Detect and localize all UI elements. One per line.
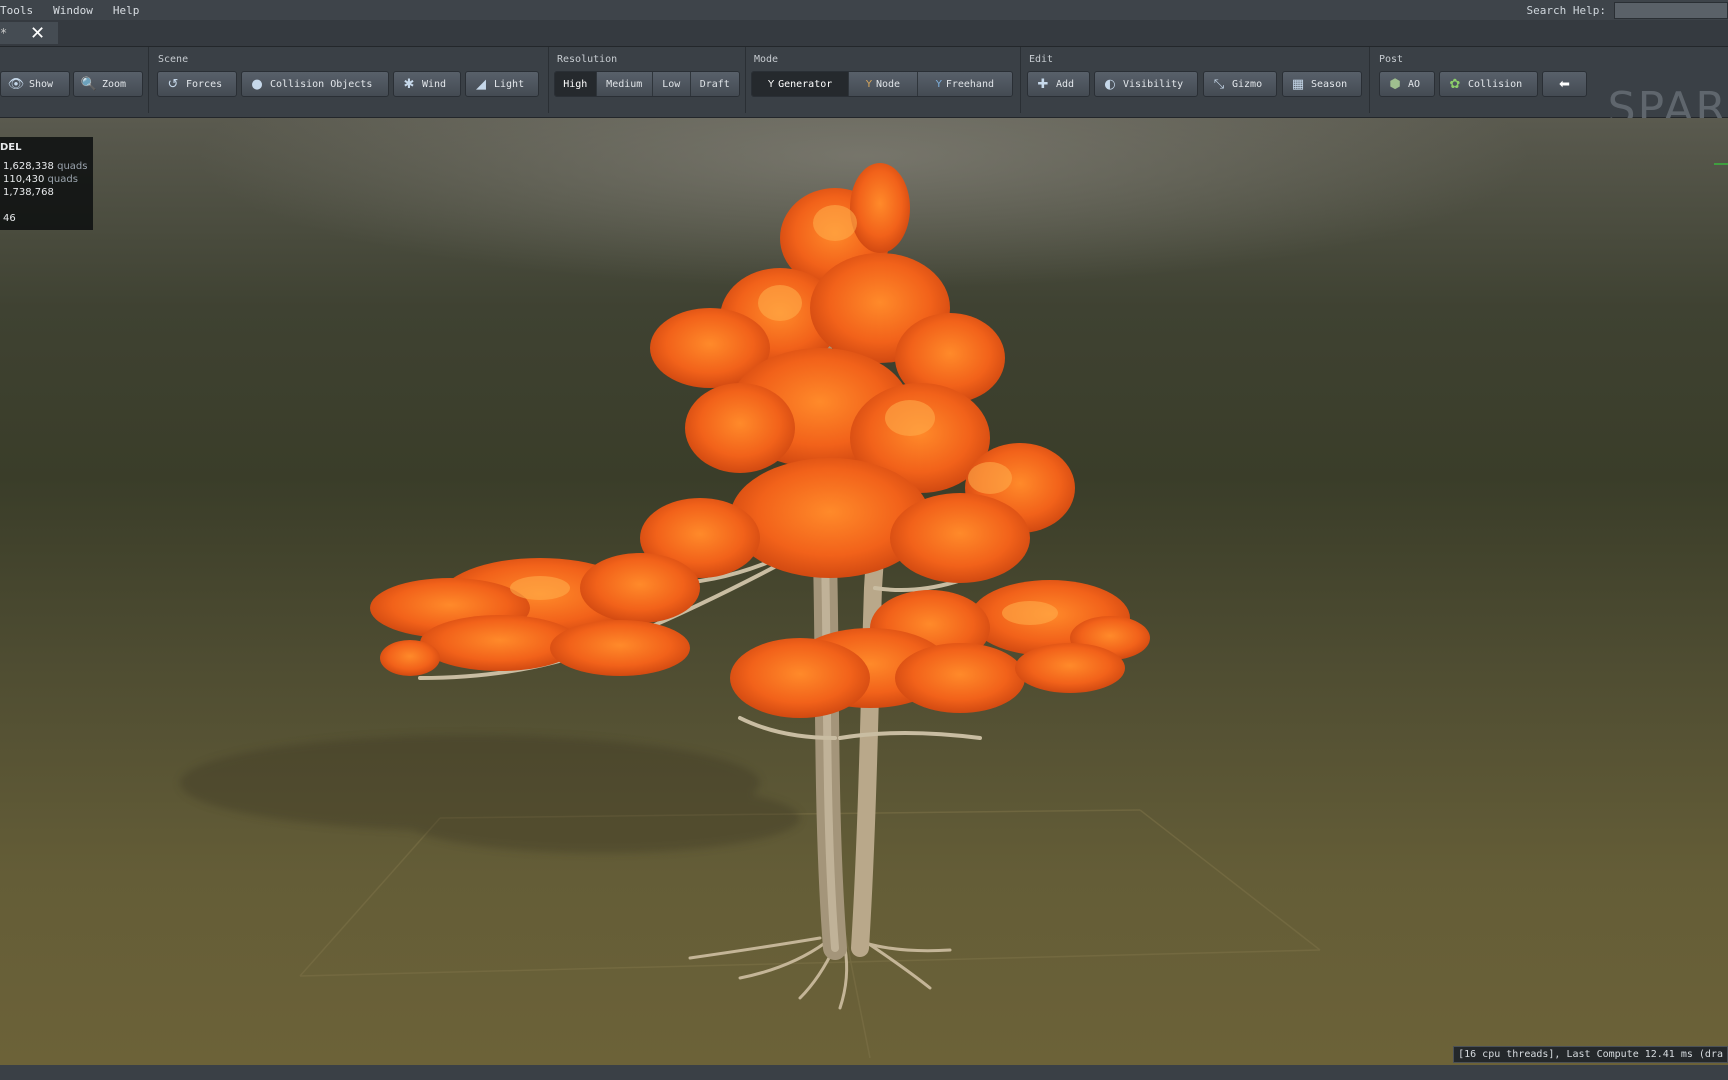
ground-grid [299,807,1321,1059]
main-toolbar: 👁 Show 🔍 Zoom Scene ↺ Forces ● Collision… [0,47,1728,134]
mode-freehand[interactable]: Y Freehand [917,72,1012,96]
light-button[interactable]: ◢ Light [465,71,539,97]
gizmo-button[interactable]: ⤡ Gizmo [1203,71,1277,97]
zoom-button[interactable]: 🔍 Zoom [73,71,143,97]
wind-icon: ✱ [403,76,415,92]
season-label: Season [1311,78,1348,90]
menu-window[interactable]: Window [51,4,103,17]
forces-icon: ↺ [167,76,179,92]
freehand-label: Freehand [945,78,994,90]
resolution-draft[interactable]: Draft [690,72,739,96]
generator-icon: Y [767,78,775,90]
mode-label: Mode [754,54,779,65]
modified-mark: * [0,26,8,40]
status-readout: [16 cpu threads], Last Compute 12.41 ms … [1453,1046,1728,1063]
zoom-label: Zoom [102,78,127,90]
visibility-icon: ◐ [1104,76,1116,92]
stats-unit-1: quads [57,161,88,172]
node-icon: Y [865,78,872,90]
resolution-segmented: High Medium Low Draft [554,71,740,97]
resolution-low[interactable]: Low [652,72,691,96]
generator-label: Generator [778,78,833,90]
magnifier-icon: 🔍 [80,76,98,92]
resolution-medium[interactable]: Medium [596,72,653,96]
collision-objects-button[interactable]: ● Collision Objects [241,71,389,97]
stats-row-4: 46 [3,213,16,224]
collision-label: Collision [1468,78,1523,90]
visibility-button[interactable]: ◐ Visibility [1094,71,1198,97]
resolution-label: Resolution [557,54,618,65]
forces-label: Forces [186,78,223,90]
eye-icon: 👁 [7,76,25,92]
tree-shadow [180,735,800,853]
menu-tools[interactable]: Tools [0,4,43,17]
gizmo-icon: ⤡ [1213,76,1225,92]
tree-foliage [370,163,1150,718]
collision-button[interactable]: ✿ Collision [1439,71,1538,97]
forces-button[interactable]: ↺ Forces [157,71,237,97]
ao-hexagon-icon: ⬢ [1389,76,1401,92]
tree-roots [688,936,952,1010]
mode-generator[interactable]: Y Generator [752,72,850,96]
ao-label: AO [1408,78,1421,90]
visibility-label: Visibility [1123,78,1184,90]
bottom-bar [0,1065,1728,1080]
freehand-icon: Y [935,78,942,90]
stats-title: DEL [0,142,22,153]
add-button[interactable]: ✚ Add [1027,71,1090,97]
arrow-left-icon: ⬅ [1559,76,1570,92]
post-label: Post [1379,54,1404,65]
scene-group: Scene ↺ Forces ● Collision Objects ✱ Win… [150,47,549,113]
search-help: Search Help: [1527,0,1728,20]
resolution-group: Resolution High Medium Low Draft [549,47,746,113]
3d-viewport[interactable] [0,118,1728,1065]
edit-label: Edit [1029,54,1054,65]
document-tab-row: * ✕ [0,20,1728,47]
gizmo-label: Gizmo [1232,78,1263,90]
mode-segmented: Y Generator Y Node Y Freehand [751,71,1013,97]
search-help-input[interactable] [1614,1,1728,19]
back-button[interactable]: ⬅ [1542,71,1587,97]
post-group: Post ⬢ AO ✿ Collision ⬅ [1371,47,1593,113]
stats-unit-2: quads [47,174,78,185]
add-label: Add [1056,78,1075,90]
document-tab[interactable]: * ✕ [0,22,58,44]
stats-value-1: 1,628,338 [3,161,54,172]
collision-objects-label: Collision Objects [270,78,373,90]
resolution-high[interactable]: High [555,72,597,96]
search-help-label: Search Help: [1526,3,1606,17]
node-label: Node [876,78,901,90]
mode-node[interactable]: Y Node [849,72,918,96]
stats-value-3: 1,738,768 [3,187,54,198]
stats-row-3: 1,738,768 [3,187,54,198]
ao-button[interactable]: ⬢ AO [1379,71,1435,97]
mode-group: Mode Y Generator Y Node Y Freehand [746,47,1021,113]
season-button[interactable]: ▦ Season [1282,71,1362,97]
view-group: 👁 Show 🔍 Zoom [0,47,149,113]
wind-button[interactable]: ✱ Wind [393,71,461,97]
stats-value-2: 110,430 [3,174,45,185]
light-label: Light [494,78,525,90]
sphere-icon: ● [251,76,263,92]
show-label: Show [29,78,54,90]
scene-label: Scene [158,54,189,65]
axis-indicator [1714,163,1728,165]
show-button[interactable]: 👁 Show [0,71,70,97]
tree-scene [180,163,1321,1059]
add-icon: ✚ [1037,76,1049,92]
wind-label: Wind [422,78,447,90]
edit-group: Edit ✚ Add ◐ Visibility ⤡ Gizmo ▦ Season [1021,47,1370,113]
stats-row-1: 1,628,338 quads [3,161,87,172]
calendar-icon: ▦ [1291,76,1305,92]
menu-bar: Tools Window Help Search Help: [0,0,1728,20]
model-stats-panel: DEL 1,628,338 quads 110,430 quads 1,738,… [0,137,93,230]
collision-icon: ✿ [1449,76,1461,92]
menu-help[interactable]: Help [111,4,150,17]
stats-value-4: 46 [3,213,16,224]
spotlight-icon: ◢ [476,76,486,92]
close-icon[interactable]: ✕ [30,23,45,44]
stats-row-2: 110,430 quads [3,174,78,185]
